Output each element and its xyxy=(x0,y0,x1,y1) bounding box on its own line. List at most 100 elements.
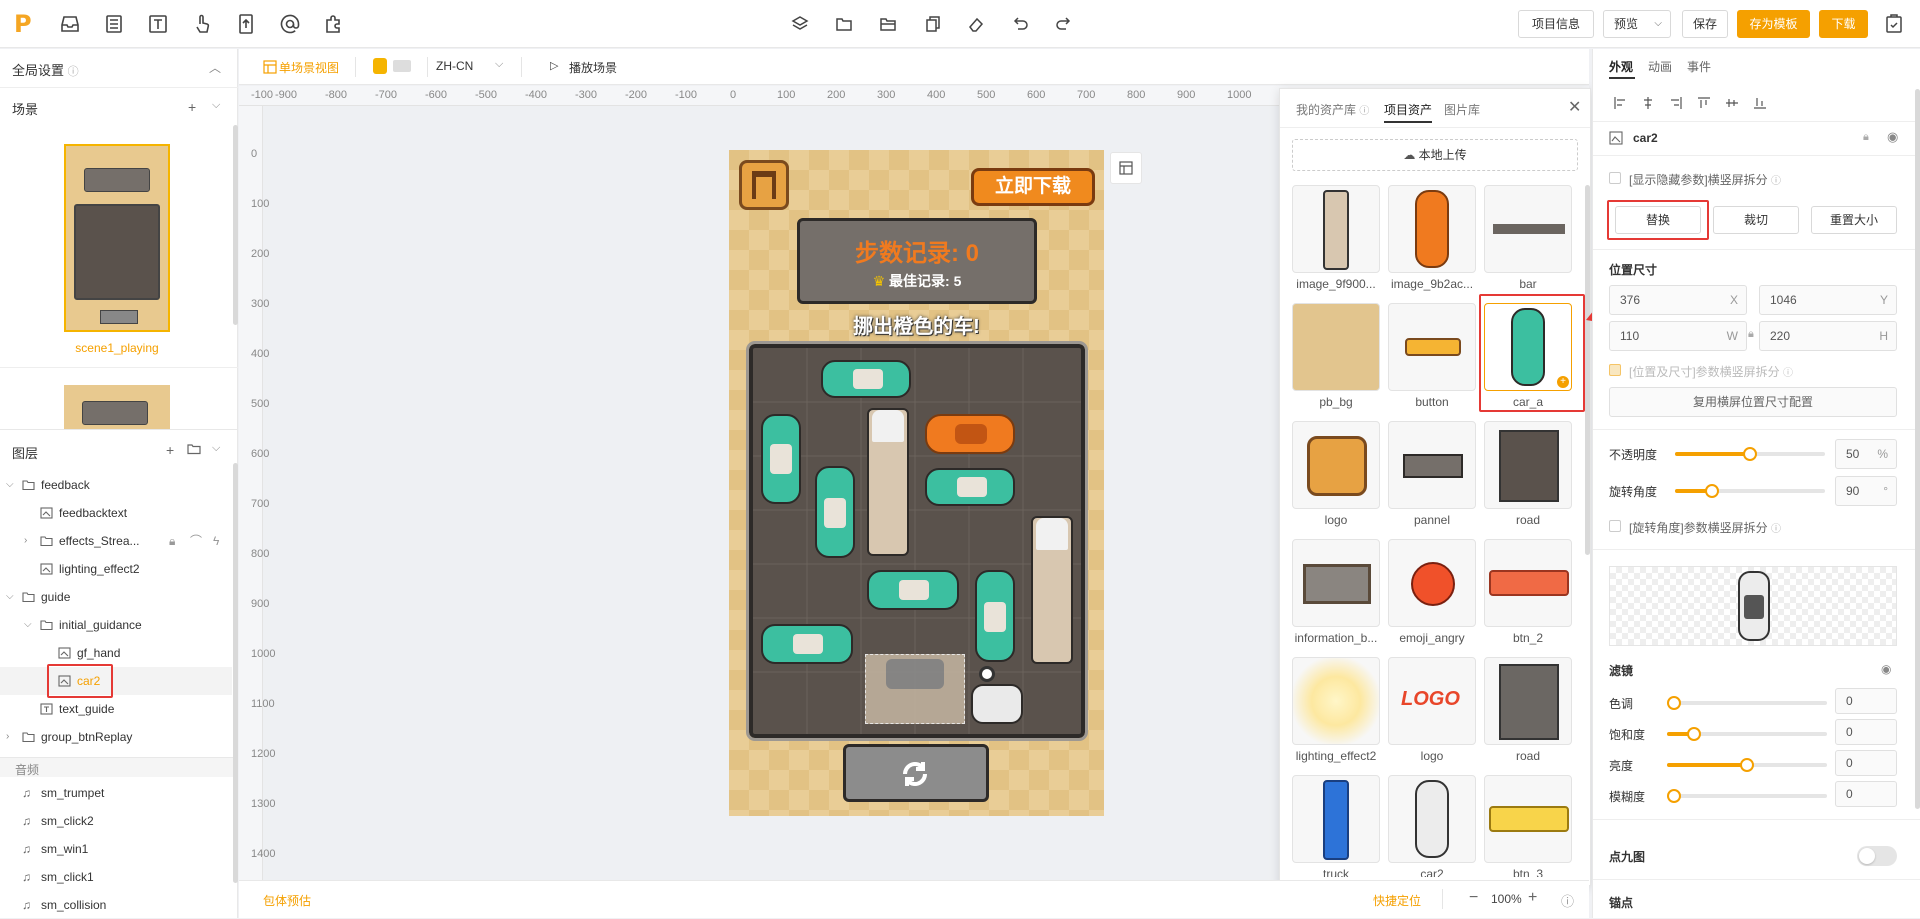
width-input[interactable]: 110 W xyxy=(1609,321,1747,351)
language-select[interactable]: ZH-CN xyxy=(436,59,473,73)
brightness-input[interactable]: 0 xyxy=(1835,750,1897,776)
asset-image-9f900[interactable] xyxy=(1292,185,1380,273)
chevron-down-icon[interactable]: ⌵ xyxy=(495,58,503,71)
undo-icon[interactable] xyxy=(1008,12,1032,36)
rotate-handle[interactable] xyxy=(979,666,995,682)
package-estimate-link[interactable]: 包体预估 xyxy=(263,892,311,909)
car-teal[interactable] xyxy=(761,624,853,664)
link-icon[interactable]: 🔒︎ xyxy=(1748,328,1754,341)
brightness-slider[interactable] xyxy=(1667,758,1827,772)
saturation-slider[interactable] xyxy=(1667,727,1827,741)
car-teal[interactable] xyxy=(975,570,1015,662)
tab-events[interactable]: 事件 xyxy=(1687,58,1711,75)
hue-slider[interactable] xyxy=(1667,696,1827,710)
add-layer-icon[interactable]: + xyxy=(166,442,174,458)
collapse-icon[interactable]: ︿ xyxy=(209,59,221,76)
checklist-icon[interactable] xyxy=(1882,12,1906,36)
asset-logo-2[interactable]: LOGO xyxy=(1388,657,1476,745)
align-left-icon[interactable] xyxy=(1613,96,1627,110)
lightning-icon[interactable]: ϟ xyxy=(213,527,219,555)
quick-locate-button[interactable]: 快捷定位 xyxy=(1373,892,1421,909)
eye-off-icon[interactable]: ⌒ xyxy=(190,527,202,555)
scene-thumbnail-2[interactable] xyxy=(64,385,170,429)
car-teal[interactable] xyxy=(925,468,1015,506)
layer-row-effects[interactable]: › effects_Strea... 🔒︎ ⌒ ϟ xyxy=(0,527,232,555)
scene-name[interactable]: scene1_playing xyxy=(64,341,170,355)
y-input[interactable]: 1046 Y xyxy=(1759,285,1897,315)
global-settings-title[interactable]: 全局设置 ⓘ xyxy=(12,60,79,79)
layer-row-feedbacktext[interactable]: feedbacktext xyxy=(0,499,232,527)
portrait-mode-button[interactable] xyxy=(373,58,387,74)
folder-add-icon[interactable] xyxy=(187,442,201,456)
slider-knob[interactable] xyxy=(1667,696,1681,710)
reset-size-button[interactable]: 重置大小 xyxy=(1811,206,1897,234)
slider-knob[interactable] xyxy=(1667,789,1681,803)
chevron-right-icon[interactable]: › xyxy=(24,527,27,555)
layers-icon[interactable] xyxy=(788,12,812,36)
blur-input[interactable]: 0 xyxy=(1835,781,1897,807)
align-center-v-icon[interactable] xyxy=(1725,96,1739,110)
slider-knob[interactable] xyxy=(1705,484,1719,498)
asset-button[interactable] xyxy=(1388,303,1476,391)
slider-knob[interactable] xyxy=(1687,727,1701,741)
asset-image-9b2ac[interactable] xyxy=(1388,185,1476,273)
audio-row[interactable]: ♫ sm_collision xyxy=(0,891,232,919)
audio-row[interactable]: ♫ sm_win1 xyxy=(0,835,232,863)
x-input[interactable]: 376 X xyxy=(1609,285,1747,315)
tab-project-assets[interactable]: 项目资产 xyxy=(1384,101,1432,118)
layout-icon[interactable] xyxy=(102,12,126,36)
download-button[interactable]: 下载 xyxy=(1819,10,1868,38)
asset-pannel[interactable] xyxy=(1388,421,1476,509)
asset-road[interactable] xyxy=(1484,421,1572,509)
zoom-out-button[interactable]: − xyxy=(1469,889,1478,907)
slider-knob[interactable] xyxy=(1740,758,1754,772)
at-icon[interactable] xyxy=(278,12,302,36)
opacity-input[interactable]: 50% xyxy=(1835,439,1897,469)
layer-row-guide[interactable]: ⌵ guide xyxy=(0,583,232,611)
layer-row-gf-hand[interactable]: gf_hand xyxy=(0,639,232,667)
layer-row-initial-guidance[interactable]: ⌵ initial_guidance xyxy=(0,611,232,639)
properties-scrollbar[interactable] xyxy=(1915,89,1920,809)
help-icon[interactable]: ⓘ xyxy=(1561,891,1574,910)
audio-row[interactable]: ♫ sm_click2 xyxy=(0,807,232,835)
align-bottom-icon[interactable] xyxy=(1753,96,1767,110)
rotation-input[interactable]: 90 ° xyxy=(1835,476,1897,506)
car-orange[interactable] xyxy=(925,414,1015,454)
scene-scrollbar[interactable] xyxy=(233,125,238,325)
hue-input[interactable]: 0 xyxy=(1835,688,1897,714)
layer-row-car2-selected[interactable]: car2 xyxy=(0,667,232,695)
landscape-mode-button[interactable] xyxy=(393,60,411,72)
car-teal[interactable] xyxy=(867,570,959,610)
tab-image-library[interactable]: 图片库 xyxy=(1444,101,1480,118)
asset-information-b[interactable] xyxy=(1292,539,1380,627)
tab-appearance[interactable]: 外观 xyxy=(1609,58,1633,75)
inbox-icon[interactable] xyxy=(58,12,82,36)
reset-filter-icon[interactable]: ◉ xyxy=(1881,662,1891,676)
folder-open-icon[interactable] xyxy=(876,12,900,36)
rotation-slider[interactable] xyxy=(1675,484,1825,498)
tab-my-assets[interactable]: 我的资产库 ⓘ xyxy=(1296,101,1369,118)
tab-animation[interactable]: 动画 xyxy=(1648,58,1672,75)
asset-emoji-angry[interactable] xyxy=(1388,539,1476,627)
file-upload-icon[interactable] xyxy=(234,12,258,36)
opacity-slider[interactable] xyxy=(1675,447,1825,461)
project-info-button[interactable]: 项目信息 xyxy=(1518,10,1594,38)
align-top-icon[interactable] xyxy=(1697,96,1711,110)
layer-row-lighting[interactable]: lighting_effect2 xyxy=(0,555,232,583)
height-input[interactable]: 220 H xyxy=(1759,321,1897,351)
asset-logo[interactable] xyxy=(1292,421,1380,509)
car-teal[interactable] xyxy=(821,360,911,398)
game-preview[interactable]: 立即下载 步数记录: 0 ♛ 最佳记录: 5 挪出橙色的车! xyxy=(729,150,1104,816)
show-hidden-checkbox[interactable] xyxy=(1609,172,1621,184)
chevron-right-icon[interactable]: › xyxy=(6,723,9,751)
asset-truck[interactable] xyxy=(1292,775,1380,863)
rotation-split-checkbox[interactable] xyxy=(1609,520,1621,532)
save-template-button[interactable]: 存为模板 xyxy=(1737,10,1810,38)
reuse-landscape-button[interactable]: 复用横屏位置尺寸配置 xyxy=(1609,387,1897,417)
asset-pb-bg[interactable] xyxy=(1292,303,1380,391)
play-scene-button[interactable]: 播放场景 xyxy=(569,59,617,76)
asset-lighting-effect2[interactable] xyxy=(1292,657,1380,745)
layer-row-group-btnreplay[interactable]: › group_btnReplay xyxy=(0,723,232,751)
chevron-down-icon[interactable]: ⌵ xyxy=(212,442,220,455)
chevron-down-icon[interactable]: ⌵ xyxy=(6,583,14,611)
